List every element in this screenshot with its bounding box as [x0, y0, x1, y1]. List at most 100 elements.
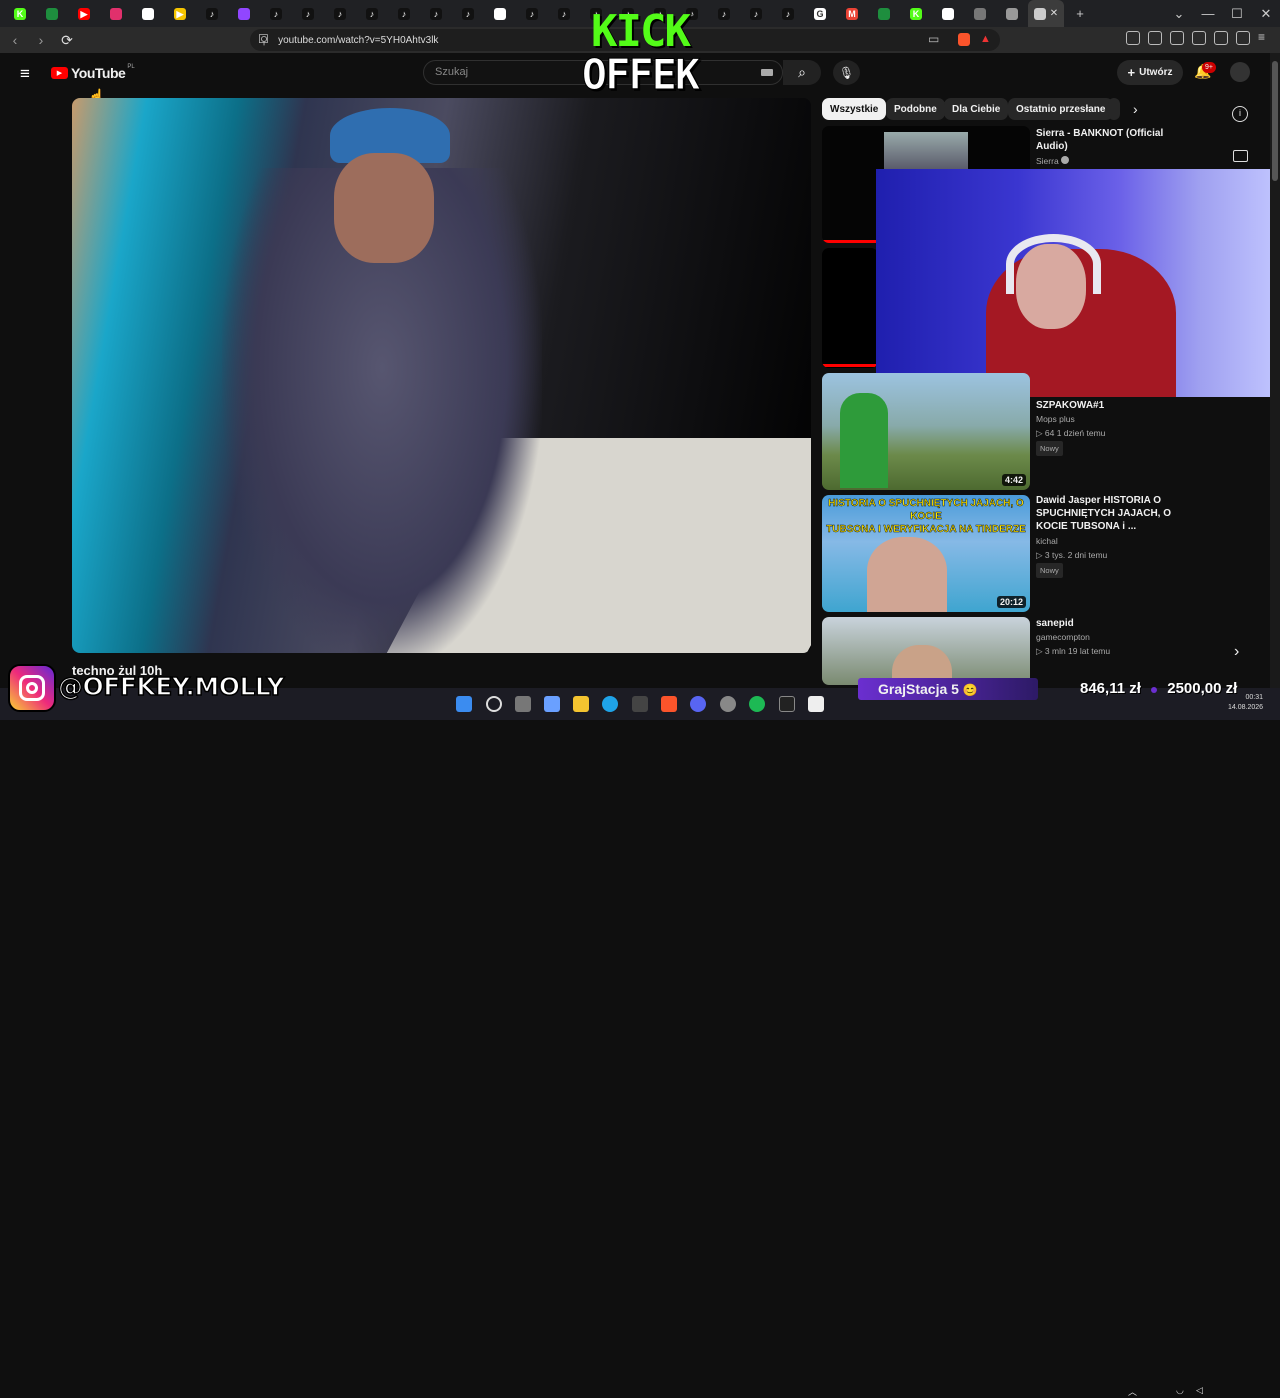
- next-arrow-icon[interactable]: ›: [1234, 643, 1239, 661]
- minimize-icon[interactable]: —: [1192, 0, 1224, 27]
- capcut-icon[interactable]: [808, 696, 824, 712]
- recommendation-title[interactable]: Dawid Jasper HISTORIA O SPUCHNIĘTYCH JAJ…: [1036, 494, 1176, 533]
- edge-icon[interactable]: [602, 696, 618, 712]
- close-window-icon[interactable]: ✕: [1250, 0, 1280, 27]
- browser-tab[interactable]: ♪: [260, 0, 292, 27]
- browser-tab[interactable]: [964, 0, 996, 27]
- brave-shield-icon[interactable]: [958, 33, 970, 46]
- cast-icon[interactable]: ▭: [928, 32, 939, 46]
- extensions-icon[interactable]: [1126, 31, 1140, 45]
- spotify-icon[interactable]: [749, 696, 765, 712]
- brave-rewards-icon[interactable]: ▲: [980, 33, 991, 45]
- plus-icon: +: [1127, 65, 1136, 80]
- recommendation-channel[interactable]: Sierra: [1036, 155, 1070, 168]
- scrollbar-thumb[interactable]: [1272, 61, 1278, 181]
- voice-search-button[interactable]: 🎙: [833, 60, 860, 85]
- browser-tab[interactable]: [996, 0, 1028, 27]
- recommendation-title[interactable]: SZPAKOWA#1: [1036, 399, 1166, 412]
- browser-tab[interactable]: [932, 0, 964, 27]
- reload-icon[interactable]: ⟳: [56, 29, 78, 51]
- brave-icon[interactable]: [661, 696, 677, 712]
- leo-icon[interactable]: [1214, 31, 1228, 45]
- youtube-logo[interactable]: ▶ YouTube PL: [51, 64, 135, 81]
- epic-games-icon[interactable]: [779, 696, 795, 712]
- chip-all[interactable]: Wszystkie: [822, 98, 887, 120]
- webcam-overlay: [876, 169, 1280, 397]
- video-duration: 4:42: [1001, 474, 1026, 486]
- google-favicon: [942, 7, 954, 20]
- browser-tab[interactable]: K: [4, 0, 36, 27]
- chip-for-you[interactable]: Dla Ciebie: [944, 98, 1009, 120]
- recommendation-thumbnail[interactable]: HISTORIA O SPUCHNIĘTYCH JAJACH, O KOCIE …: [822, 495, 1030, 612]
- browser-tab[interactable]: ▶: [164, 0, 196, 27]
- file-explorer-icon[interactable]: [573, 696, 589, 712]
- new-tab-button[interactable]: +: [1064, 0, 1096, 27]
- browser-tab[interactable]: ♪: [516, 0, 548, 27]
- bookmark-icon[interactable]: ☐: [258, 32, 269, 46]
- chip-recently-uploaded[interactable]: Ostatnio przesłane: [1008, 98, 1114, 120]
- media-icon[interactable]: [1148, 31, 1162, 45]
- browser-tab[interactable]: [132, 0, 164, 27]
- browser-tab[interactable]: ♪: [420, 0, 452, 27]
- recommendation-title[interactable]: sanepid: [1036, 617, 1166, 630]
- browser-tab[interactable]: [868, 0, 900, 27]
- browser-tab[interactable]: ♪: [324, 0, 356, 27]
- browser-tab[interactable]: [228, 0, 260, 27]
- chat-icon[interactable]: [1233, 150, 1248, 162]
- create-button[interactable]: + Utwórz: [1117, 60, 1183, 85]
- back-icon[interactable]: ‹: [4, 29, 26, 51]
- recommendation-channel[interactable]: gamecompton: [1036, 631, 1090, 644]
- browser-tab[interactable]: [484, 0, 516, 27]
- task-view-icon[interactable]: [515, 696, 531, 712]
- widgets-icon[interactable]: [544, 696, 560, 712]
- tray-chevron-icon[interactable]: ︿: [1128, 1385, 1137, 1398]
- scrollbar[interactable]: [1270, 53, 1280, 688]
- forward-icon[interactable]: ›: [30, 29, 52, 51]
- browser-extensions: ≡: [1126, 31, 1272, 45]
- search-button[interactable]: ⌕: [783, 60, 821, 85]
- browser-tab[interactable]: ✕: [1028, 0, 1064, 27]
- browser-tab[interactable]: ♪: [356, 0, 388, 27]
- tab-search-icon[interactable]: ⌄: [1163, 0, 1195, 27]
- browser-tab[interactable]: [100, 0, 132, 27]
- obs-icon[interactable]: [720, 696, 736, 712]
- info-icon[interactable]: i: [1232, 106, 1248, 122]
- chip-related[interactable]: Podobne: [886, 98, 945, 120]
- browser-tab[interactable]: K: [900, 0, 932, 27]
- discord-icon[interactable]: [690, 696, 706, 712]
- wifi-icon[interactable]: ◡: [1176, 1385, 1184, 1396]
- browser-tab[interactable]: ♪: [196, 0, 228, 27]
- sidebar-icon[interactable]: [1170, 31, 1184, 45]
- vpn-icon[interactable]: [1236, 31, 1250, 45]
- browser-tab[interactable]: [36, 0, 68, 27]
- taskbar-search-icon[interactable]: [486, 696, 502, 712]
- chips-next-icon[interactable]: ›: [1133, 101, 1138, 117]
- recommendation-title[interactable]: Sierra - BANKNOT (Official Audio): [1036, 127, 1166, 153]
- volume-icon[interactable]: ◁: [1196, 1385, 1203, 1396]
- shield-favicon: [1006, 7, 1018, 20]
- browser-tab[interactable]: ♪: [388, 0, 420, 27]
- chip-more[interactable]: [1108, 98, 1120, 120]
- browser-tab[interactable]: ♪: [740, 0, 772, 27]
- browser-tab[interactable]: ▶: [68, 0, 100, 27]
- recommendation-thumbnail[interactable]: 4:42: [822, 373, 1030, 490]
- recommendation-channel[interactable]: kichal: [1036, 535, 1058, 548]
- video-player[interactable]: [72, 98, 811, 653]
- recommendation-thumbnail[interactable]: [822, 248, 878, 368]
- browser-tab[interactable]: M: [836, 0, 868, 27]
- recommendation-channel[interactable]: Mops plus: [1036, 413, 1075, 426]
- browser-tab[interactable]: ♪: [292, 0, 324, 27]
- start-icon[interactable]: [456, 696, 472, 712]
- wallet-icon[interactable]: [1192, 31, 1206, 45]
- account-avatar[interactable]: [1230, 62, 1250, 82]
- hamburger-menu-icon[interactable]: ≡: [20, 64, 30, 84]
- maximize-icon[interactable]: ☐: [1221, 0, 1253, 27]
- menu-icon[interactable]: ≡: [1258, 31, 1272, 45]
- close-tab-icon[interactable]: ✕: [1050, 8, 1058, 19]
- browser-tab[interactable]: G: [804, 0, 836, 27]
- recommendation-thumbnail[interactable]: [822, 617, 1030, 685]
- keyboard-icon[interactable]: [761, 69, 773, 76]
- browser-tab[interactable]: ♪: [452, 0, 484, 27]
- browser-tab[interactable]: ♪: [772, 0, 804, 27]
- store-icon[interactable]: [632, 696, 648, 712]
